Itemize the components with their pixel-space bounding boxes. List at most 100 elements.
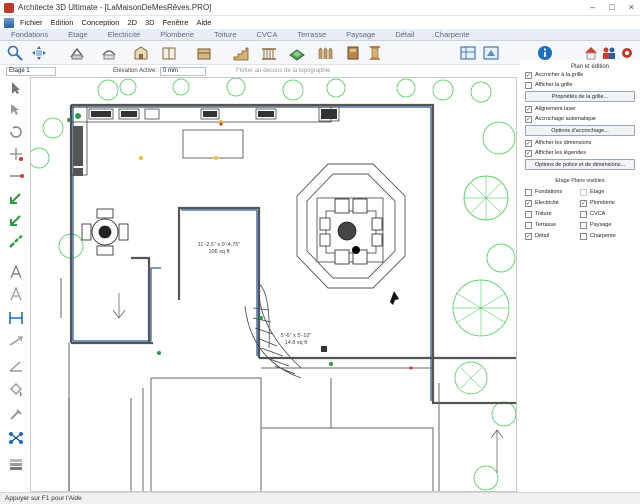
checkbox-layer-fondations[interactable] (525, 188, 532, 196)
cabinetry-icon[interactable] (344, 44, 362, 62)
layer-electricite[interactable]: ✓ Electricité (525, 198, 580, 208)
menu-edition[interactable]: Edition (51, 18, 74, 27)
tab-paysage[interactable]: Paysage (335, 30, 384, 39)
room-label-living[interactable]: 11'-2.5" x 9'-4.75" 106 sq ft (179, 242, 259, 255)
room-label-stair[interactable]: 5'-6" x 5'-10" 14.8 sq ft (266, 333, 326, 346)
minimize-button[interactable]: – (590, 2, 595, 12)
elevation-field[interactable]: 0 mm (160, 66, 207, 76)
angle-icon[interactable] (7, 359, 25, 373)
railing-tool-icon[interactable] (260, 44, 278, 62)
cabinet-tool-icon[interactable] (195, 44, 213, 62)
menu-aide[interactable]: Aide (196, 18, 211, 27)
show-dimensions-option[interactable]: ✓ Afficher les dimensions (525, 138, 640, 148)
show-grid-option[interactable]: Afficher la grille (525, 80, 640, 90)
move-icon[interactable] (7, 191, 25, 205)
grid-properties-button[interactable]: Propriétés de la grille... (525, 91, 635, 102)
text-edit-icon[interactable] (7, 287, 25, 301)
checkbox-layer-electricite[interactable]: ✓ (525, 199, 532, 207)
layer-toiture[interactable]: Toiture (525, 209, 580, 219)
floor-plan-canvas[interactable]: 11'-2.5" x 9'-4.75" 106 sq ft 5'-6" x 5'… (30, 77, 517, 492)
text-tool-icon[interactable] (7, 265, 25, 279)
show-captions-option[interactable]: ✓ Afficher les légendes (525, 148, 640, 158)
room1-area: 106 sq ft (208, 248, 230, 255)
view-2d-icon[interactable] (459, 44, 477, 62)
checkbox-layer-toiture[interactable] (525, 210, 532, 218)
layer-terrasse[interactable]: Terrasse (525, 220, 580, 230)
tab-cvca[interactable]: CVCA (246, 30, 287, 39)
add-point-icon[interactable] (7, 147, 25, 161)
title-bar: Architecte 3D Ultimate - [LaMaisonDeMesR… (0, 0, 640, 16)
select-multi-icon[interactable] (7, 103, 25, 117)
select-arrow-icon[interactable] (7, 81, 25, 95)
wall-tool-icon[interactable] (68, 44, 86, 62)
menu-3d[interactable]: 3D (145, 18, 155, 27)
tab-etage[interactable]: Etage (57, 30, 97, 39)
menu-fichier[interactable]: Fichier (20, 18, 43, 27)
checkbox-layer-plomberie[interactable]: ✓ (580, 199, 587, 207)
checkbox-show-dimensions[interactable]: ✓ (525, 139, 532, 147)
font-dimension-options-button[interactable]: Options de police et de dimensions... (525, 159, 635, 170)
tab-plomberie[interactable]: Plomberie (149, 30, 203, 39)
checkbox-layer-terrasse[interactable] (525, 221, 532, 229)
layer-detail[interactable]: ✓ Détail (525, 231, 580, 241)
pan-icon[interactable] (30, 44, 48, 62)
room-tool-icon[interactable] (100, 44, 118, 62)
menu-fenetre[interactable]: Fenêtre (163, 18, 189, 27)
view-3d-icon[interactable] (482, 44, 500, 62)
measure-icon[interactable] (7, 335, 25, 349)
tab-terrasse[interactable]: Terrasse (286, 30, 335, 39)
layer-paysage[interactable]: Paysage (580, 220, 635, 230)
node-tool-icon[interactable] (7, 431, 25, 445)
eyedropper-icon[interactable] (7, 407, 25, 421)
column-tool-icon[interactable] (366, 44, 384, 62)
window-title: Architecte 3D Ultimate - [LaMaisonDeMesR… (18, 3, 212, 12)
layers-icon[interactable] (7, 457, 25, 471)
layer-charpente[interactable]: Charpente (580, 231, 635, 241)
deck-tool-icon[interactable] (288, 44, 306, 62)
options-toolbar: Etage 1 Élévation Active: 0 mm Flotter a… (0, 65, 520, 77)
checkbox-layer-paysage[interactable] (580, 221, 587, 229)
tab-charpente[interactable]: Charpente (424, 30, 479, 39)
tab-toiture[interactable]: Toiture (203, 30, 246, 39)
line-tool-icon[interactable] (7, 169, 25, 183)
stairs-tool-icon[interactable] (232, 44, 250, 62)
close-button[interactable]: × (629, 2, 634, 12)
paint-icon[interactable] (7, 383, 25, 397)
dimension-tool-icon[interactable] (7, 311, 25, 325)
checkbox-snap-grid[interactable]: ✓ (525, 71, 532, 79)
snap-grid-option[interactable]: ✓ Accrocher à la grille (525, 70, 640, 80)
snap-options-button[interactable]: Options d'accrochage... (525, 125, 635, 136)
floor-select[interactable]: Etage 1 (6, 66, 56, 76)
app-menu-icon[interactable] (4, 17, 14, 28)
layer-fondations[interactable]: Fondations (525, 187, 580, 197)
terrain-label[interactable]: Flotter au-dessus de la topographie (236, 68, 330, 74)
fence-tool-icon[interactable] (316, 44, 334, 62)
checkbox-layer-detail[interactable]: ✓ (525, 232, 532, 240)
laser-align-option[interactable]: ✓ Alignement laser (525, 104, 640, 114)
tab-electricite[interactable]: Electricité (97, 30, 150, 39)
checkbox-laser-align[interactable]: ✓ (525, 105, 532, 113)
checkbox-show-grid[interactable] (525, 81, 532, 89)
checkbox-layer-etage[interactable] (580, 188, 587, 196)
checkbox-layer-charpente[interactable] (580, 232, 587, 240)
checkbox-layer-cvca[interactable] (580, 210, 587, 218)
category-tabs: Fondations Etage Electricité Plomberie T… (0, 29, 640, 41)
menu-2d[interactable]: 2D (127, 18, 137, 27)
menu-conception[interactable]: Conception (81, 18, 119, 27)
tab-detail[interactable]: Détail (384, 30, 423, 39)
door-tool-icon[interactable] (160, 44, 178, 62)
resize-icon[interactable] (7, 213, 25, 227)
app-icon (4, 2, 14, 13)
zoom-icon[interactable] (6, 44, 24, 62)
window-tool-icon[interactable] (132, 44, 150, 62)
checkbox-auto-snap[interactable]: ✓ (525, 115, 532, 123)
rotate-icon[interactable] (7, 125, 25, 139)
maximize-button[interactable]: □ (609, 2, 614, 12)
chain-icon[interactable] (7, 235, 25, 249)
checkbox-show-captions[interactable]: ✓ (525, 149, 532, 157)
layer-plomberie[interactable]: ✓ Plomberie (580, 198, 635, 208)
tab-fondations[interactable]: Fondations (0, 30, 57, 39)
auto-snap-option[interactable]: ✓ Accrochage automatique (525, 114, 640, 124)
layer-etage[interactable]: Etage (580, 187, 635, 197)
layer-cvca[interactable]: CVCA (580, 209, 635, 219)
